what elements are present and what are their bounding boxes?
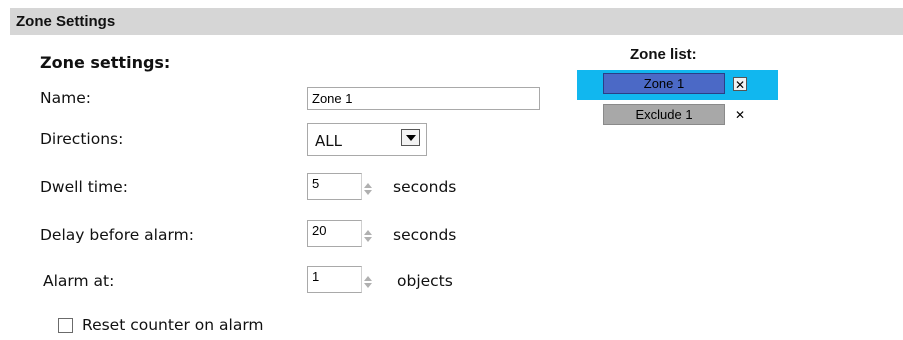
spinner-down-icon[interactable] (364, 283, 372, 288)
directions-value: ALL (315, 132, 342, 150)
close-icon[interactable]: ✕ (733, 77, 747, 92)
panel-title: Zone Settings (16, 13, 116, 30)
delay-before-alarm-unit: seconds (393, 226, 457, 244)
section-title: Zone settings: (40, 53, 171, 72)
spinner-up-icon[interactable] (364, 183, 372, 188)
spinner-up-icon[interactable] (364, 230, 372, 235)
dwell-time-input[interactable]: 5 (307, 173, 362, 200)
name-label: Name: (40, 89, 91, 107)
delay-before-alarm-label: Delay before alarm: (40, 226, 194, 244)
alarm-at-label: Alarm at: (43, 272, 115, 290)
dwell-time-unit: seconds (393, 178, 457, 196)
directions-label: Directions: (40, 130, 124, 148)
name-input[interactable]: Zone 1 (307, 87, 540, 110)
close-icon[interactable]: ✕ (733, 108, 747, 122)
zone-list-item-exclude-1[interactable]: Exclude 1 (603, 104, 725, 125)
delay-spinner-icon[interactable] (364, 229, 374, 243)
spinner-up-icon[interactable] (364, 276, 372, 281)
reset-counter-label[interactable]: Reset counter on alarm (82, 316, 264, 334)
spinner-down-icon[interactable] (364, 190, 372, 195)
delay-before-alarm-input[interactable]: 20 (307, 220, 362, 247)
alarm-at-unit: objects (397, 272, 453, 290)
directions-select[interactable]: ALL (307, 123, 427, 156)
alarm-at-input[interactable]: 1 (307, 266, 362, 293)
panel-header: Zone Settings (10, 8, 903, 35)
reset-counter-checkbox[interactable] (58, 318, 73, 333)
dwell-time-spinner-icon[interactable] (364, 182, 374, 196)
zone-list-title: Zone list: (630, 46, 697, 63)
alarm-at-spinner-icon[interactable] (364, 275, 374, 289)
zone-list-item-zone-1[interactable]: Zone 1 (603, 73, 725, 94)
spinner-down-icon[interactable] (364, 237, 372, 242)
dropdown-arrow-icon[interactable] (401, 129, 420, 146)
dwell-time-label: Dwell time: (40, 178, 128, 196)
